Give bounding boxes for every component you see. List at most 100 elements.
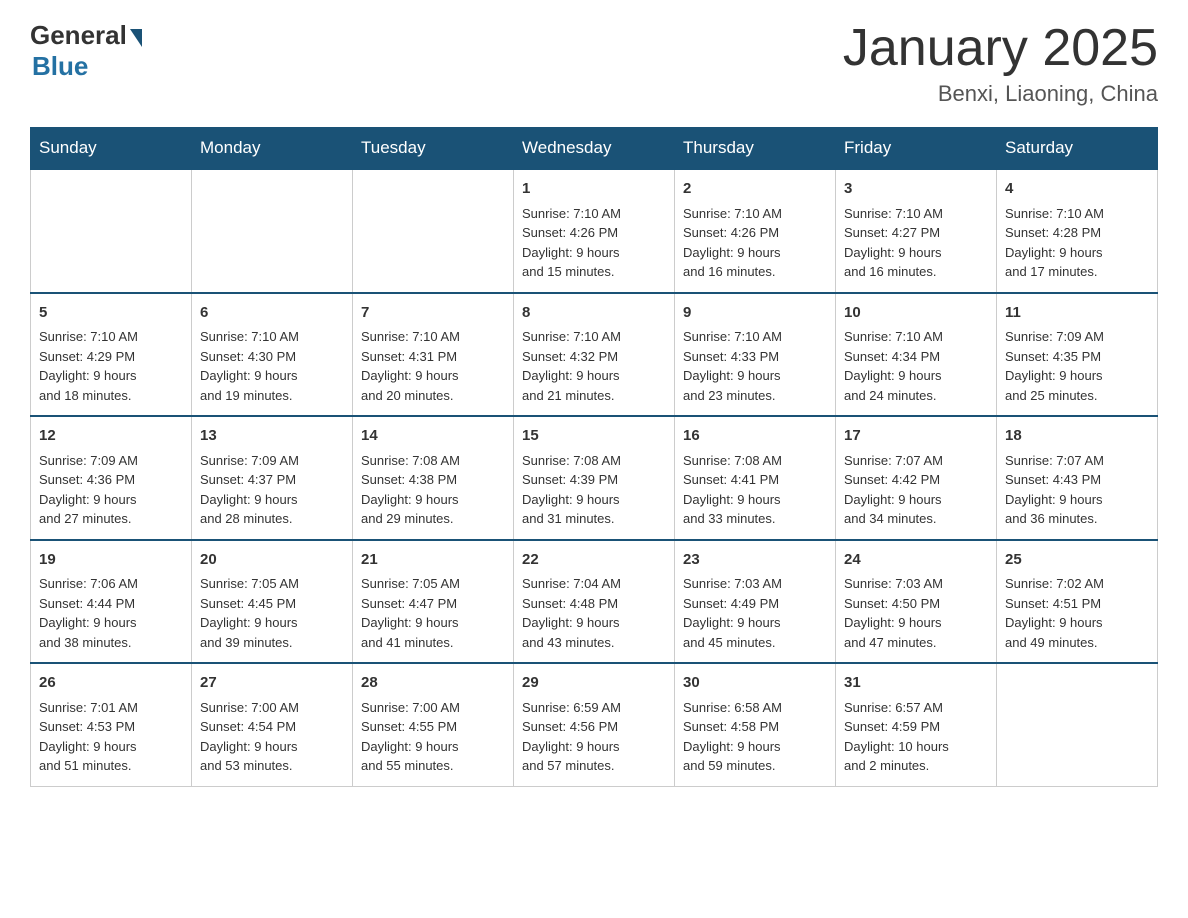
day-number: 6 [200,302,344,325]
day-number: 31 [844,672,988,695]
calendar-cell [31,169,192,293]
calendar-cell: 7Sunrise: 7:10 AMSunset: 4:31 PMDaylight… [353,293,514,417]
day-number: 7 [361,302,505,325]
day-number: 13 [200,425,344,448]
day-number: 14 [361,425,505,448]
calendar-cell: 6Sunrise: 7:10 AMSunset: 4:30 PMDaylight… [192,293,353,417]
day-info: Sunrise: 7:04 AMSunset: 4:48 PMDaylight:… [522,574,666,652]
calendar-week-row: 19Sunrise: 7:06 AMSunset: 4:44 PMDayligh… [31,540,1158,664]
calendar-cell: 26 Sunrise: 7:01 AMSunset: 4:53 PMDayligh… [31,663,192,786]
calendar-cell: 4 Sunrise: 7:10 AMSunset: 4:28 PMDaylight… [997,169,1158,293]
day-info: Sunrise: 7:09 AMSunset: 4:36 PMDaylight:… [39,451,183,529]
calendar-cell: 1 Sunrise: 7:10 AMSunset: 4:26 PMDaylight… [514,169,675,293]
calendar-week-row: 1 Sunrise: 7:10 AMSunset: 4:26 PMDaylight… [31,169,1158,293]
calendar-cell: 30 Sunrise: 6:58 AMSunset: 4:58 PMDayligh… [675,663,836,786]
day-number: 30 [683,672,827,695]
day-info: Sunrise: 7:08 AMSunset: 4:41 PMDaylight:… [683,451,827,529]
calendar-header-wednesday: Wednesday [514,128,675,170]
day-number: 15 [522,425,666,448]
logo-triangle-icon [130,29,142,47]
day-info: Sunrise: 7:10 AMSunset: 4:34 PMDaylight:… [844,327,988,405]
day-info: Sunrise: 7:09 AMSunset: 4:35 PMDaylight:… [1005,327,1149,405]
day-info: Sunrise: 7:06 AMSunset: 4:44 PMDaylight:… [39,574,183,652]
day-number: 19 [39,549,183,572]
day-number: 8 [522,302,666,325]
title-block: January 2025 Benxi, Liaoning, China [843,20,1158,107]
calendar-cell: 27 Sunrise: 7:00 AMSunset: 4:54 PMDayligh… [192,663,353,786]
day-number: 18 [1005,425,1149,448]
calendar-cell: 24Sunrise: 7:03 AMSunset: 4:50 PMDayligh… [836,540,997,664]
calendar-cell: 10Sunrise: 7:10 AMSunset: 4:34 PMDayligh… [836,293,997,417]
page-header: General Blue January 2025 Benxi, Liaonin… [30,20,1158,107]
day-number: 5 [39,302,183,325]
calendar-cell [353,169,514,293]
calendar-cell: 22Sunrise: 7:04 AMSunset: 4:48 PMDayligh… [514,540,675,664]
day-info: Sunrise: 6:58 AMSunset: 4:58 PMDaylight:… [683,698,827,776]
day-info: Sunrise: 7:10 AMSunset: 4:33 PMDaylight:… [683,327,827,405]
day-number: 9 [683,302,827,325]
calendar-cell: 8Sunrise: 7:10 AMSunset: 4:32 PMDaylight… [514,293,675,417]
day-number: 17 [844,425,988,448]
calendar-cell: 25Sunrise: 7:02 AMSunset: 4:51 PMDayligh… [997,540,1158,664]
location-subtitle: Benxi, Liaoning, China [843,81,1158,107]
calendar-cell: 18 Sunrise: 7:07 AMSunset: 4:43 PMDayligh… [997,416,1158,540]
calendar-header-thursday: Thursday [675,128,836,170]
day-info: Sunrise: 7:08 AMSunset: 4:38 PMDaylight:… [361,451,505,529]
logo-blue-text: Blue [32,51,88,82]
calendar-cell: 5Sunrise: 7:10 AMSunset: 4:29 PMDaylight… [31,293,192,417]
day-number: 25 [1005,549,1149,572]
day-info: Sunrise: 7:10 AMSunset: 4:27 PMDaylight:… [844,204,988,282]
day-info: Sunrise: 7:09 AMSunset: 4:37 PMDaylight:… [200,451,344,529]
day-number: 26 [39,672,183,695]
calendar-cell: 13 Sunrise: 7:09 AMSunset: 4:37 PMDayligh… [192,416,353,540]
day-info: Sunrise: 7:07 AMSunset: 4:42 PMDaylight:… [844,451,988,529]
day-info: Sunrise: 7:03 AMSunset: 4:49 PMDaylight:… [683,574,827,652]
calendar-week-row: 5Sunrise: 7:10 AMSunset: 4:29 PMDaylight… [31,293,1158,417]
day-info: Sunrise: 7:10 AMSunset: 4:26 PMDaylight:… [522,204,666,282]
day-number: 16 [683,425,827,448]
calendar-cell: 15 Sunrise: 7:08 AMSunset: 4:39 PMDayligh… [514,416,675,540]
calendar-cell: 12 Sunrise: 7:09 AMSunset: 4:36 PMDayligh… [31,416,192,540]
day-number: 1 [522,178,666,201]
day-info: Sunrise: 7:02 AMSunset: 4:51 PMDaylight:… [1005,574,1149,652]
calendar-cell: 28 Sunrise: 7:00 AMSunset: 4:55 PMDayligh… [353,663,514,786]
day-info: Sunrise: 7:10 AMSunset: 4:28 PMDaylight:… [1005,204,1149,282]
calendar-header-monday: Monday [192,128,353,170]
calendar-cell: 29Sunrise: 6:59 AMSunset: 4:56 PMDayligh… [514,663,675,786]
calendar-cell: 2Sunrise: 7:10 AMSunset: 4:26 PMDaylight… [675,169,836,293]
day-number: 22 [522,549,666,572]
logo-general-text: General [30,20,127,51]
day-info: Sunrise: 7:05 AMSunset: 4:45 PMDaylight:… [200,574,344,652]
month-year-title: January 2025 [843,20,1158,77]
day-info: Sunrise: 7:00 AMSunset: 4:55 PMDaylight:… [361,698,505,776]
day-info: Sunrise: 7:08 AMSunset: 4:39 PMDaylight:… [522,451,666,529]
day-info: Sunrise: 7:05 AMSunset: 4:47 PMDaylight:… [361,574,505,652]
day-info: Sunrise: 7:01 AMSunset: 4:53 PMDaylight:… [39,698,183,776]
calendar-cell: 23Sunrise: 7:03 AMSunset: 4:49 PMDayligh… [675,540,836,664]
day-info: Sunrise: 6:57 AMSunset: 4:59 PMDaylight:… [844,698,988,776]
day-number: 24 [844,549,988,572]
calendar-cell: 19Sunrise: 7:06 AMSunset: 4:44 PMDayligh… [31,540,192,664]
day-info: Sunrise: 7:10 AMSunset: 4:32 PMDaylight:… [522,327,666,405]
calendar-cell [192,169,353,293]
calendar-week-row: 26 Sunrise: 7:01 AMSunset: 4:53 PMDayligh… [31,663,1158,786]
calendar-cell: 20Sunrise: 7:05 AMSunset: 4:45 PMDayligh… [192,540,353,664]
day-number: 12 [39,425,183,448]
day-info: Sunrise: 7:10 AMSunset: 4:30 PMDaylight:… [200,327,344,405]
day-info: Sunrise: 7:00 AMSunset: 4:54 PMDaylight:… [200,698,344,776]
calendar-cell: 17 Sunrise: 7:07 AMSunset: 4:42 PMDayligh… [836,416,997,540]
day-number: 28 [361,672,505,695]
calendar-header-friday: Friday [836,128,997,170]
day-number: 23 [683,549,827,572]
day-number: 4 [1005,178,1149,201]
calendar-week-row: 12 Sunrise: 7:09 AMSunset: 4:36 PMDayligh… [31,416,1158,540]
day-info: Sunrise: 7:07 AMSunset: 4:43 PMDaylight:… [1005,451,1149,529]
day-info: Sunrise: 7:10 AMSunset: 4:31 PMDaylight:… [361,327,505,405]
calendar-cell: 14 Sunrise: 7:08 AMSunset: 4:38 PMDayligh… [353,416,514,540]
calendar-header-tuesday: Tuesday [353,128,514,170]
day-number: 27 [200,672,344,695]
calendar-cell: 11Sunrise: 7:09 AMSunset: 4:35 PMDayligh… [997,293,1158,417]
day-number: 21 [361,549,505,572]
day-info: Sunrise: 7:03 AMSunset: 4:50 PMDaylight:… [844,574,988,652]
calendar-header-row: SundayMondayTuesdayWednesdayThursdayFrid… [31,128,1158,170]
